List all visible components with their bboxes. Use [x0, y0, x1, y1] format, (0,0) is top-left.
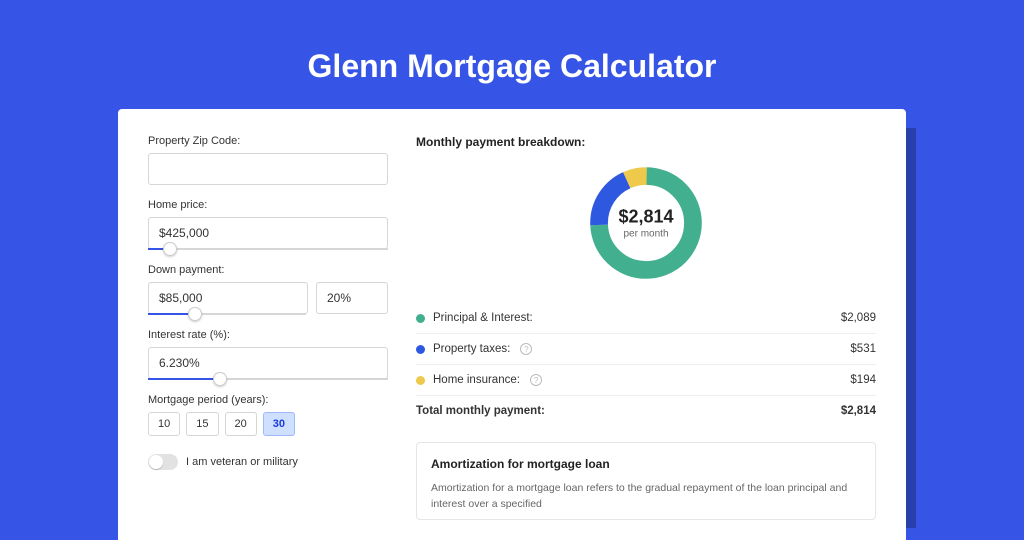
- period-10-button[interactable]: 10: [148, 412, 180, 436]
- down-payment-label: Down payment:: [148, 264, 388, 276]
- toggle-knob: [149, 455, 163, 469]
- zip-field: Property Zip Code:: [148, 135, 388, 185]
- donut-sub: per month: [618, 229, 673, 240]
- period-field: Mortgage period (years): 10 15 20 30: [148, 394, 388, 436]
- legend-value: $194: [850, 374, 876, 386]
- page-title: Glenn Mortgage Calculator: [0, 0, 1024, 109]
- legend-label: Property taxes:: [433, 343, 510, 355]
- down-payment-pct-input[interactable]: [316, 282, 388, 314]
- amortization-card: Amortization for mortgage loan Amortizat…: [416, 442, 876, 520]
- period-label: Mortgage period (years):: [148, 394, 388, 406]
- period-20-button[interactable]: 20: [225, 412, 257, 436]
- amortization-text: Amortization for a mortgage loan refers …: [431, 481, 861, 513]
- donut-center: $2,814 per month: [618, 207, 673, 240]
- calculator-card: Property Zip Code: Home price: Down paym…: [118, 109, 906, 540]
- dot-icon: [416, 345, 425, 354]
- legend-label: Total monthly payment:: [416, 405, 545, 417]
- veteran-label: I am veteran or military: [186, 456, 298, 468]
- interest-slider[interactable]: [148, 378, 388, 380]
- donut-amount: $2,814: [618, 207, 673, 228]
- interest-label: Interest rate (%):: [148, 329, 388, 341]
- legend-value: $531: [850, 343, 876, 355]
- period-30-button[interactable]: 30: [263, 412, 295, 436]
- legend-row-taxes: Property taxes: ? $531: [416, 334, 876, 365]
- veteran-toggle[interactable]: [148, 454, 178, 470]
- legend-row-insurance: Home insurance: ? $194: [416, 365, 876, 396]
- down-payment-field: Down payment:: [148, 264, 388, 315]
- home-price-input[interactable]: [148, 217, 388, 249]
- legend-row-principal: Principal & Interest: $2,089: [416, 303, 876, 334]
- interest-input[interactable]: [148, 347, 388, 379]
- interest-field: Interest rate (%):: [148, 329, 388, 380]
- donut-chart: $2,814 per month: [584, 161, 708, 285]
- home-price-field: Home price:: [148, 199, 388, 250]
- legend-label: Principal & Interest:: [433, 312, 533, 324]
- down-payment-input[interactable]: [148, 282, 308, 314]
- dot-icon: [416, 376, 425, 385]
- home-price-label: Home price:: [148, 199, 388, 211]
- form-column: Property Zip Code: Home price: Down paym…: [148, 135, 388, 520]
- legend-row-total: Total monthly payment: $2,814: [416, 396, 876, 426]
- slider-thumb[interactable]: [213, 372, 227, 386]
- amortization-title: Amortization for mortgage loan: [431, 457, 861, 471]
- breakdown-column: Monthly payment breakdown: $2,814 per mo…: [416, 135, 876, 520]
- donut-chart-wrap: $2,814 per month: [416, 161, 876, 285]
- veteran-toggle-row: I am veteran or military: [148, 454, 388, 470]
- legend-value: $2,814: [841, 405, 876, 417]
- card-shadow: [906, 128, 916, 528]
- help-icon[interactable]: ?: [520, 343, 532, 355]
- zip-input[interactable]: [148, 153, 388, 185]
- legend-value: $2,089: [841, 312, 876, 324]
- home-price-slider[interactable]: [148, 248, 388, 250]
- down-payment-slider[interactable]: [148, 313, 306, 315]
- zip-label: Property Zip Code:: [148, 135, 388, 147]
- dot-icon: [416, 314, 425, 323]
- period-15-button[interactable]: 15: [186, 412, 218, 436]
- help-icon[interactable]: ?: [530, 374, 542, 386]
- breakdown-title: Monthly payment breakdown:: [416, 135, 876, 149]
- slider-thumb[interactable]: [188, 307, 202, 321]
- slider-thumb[interactable]: [163, 242, 177, 256]
- legend-label: Home insurance:: [433, 374, 520, 386]
